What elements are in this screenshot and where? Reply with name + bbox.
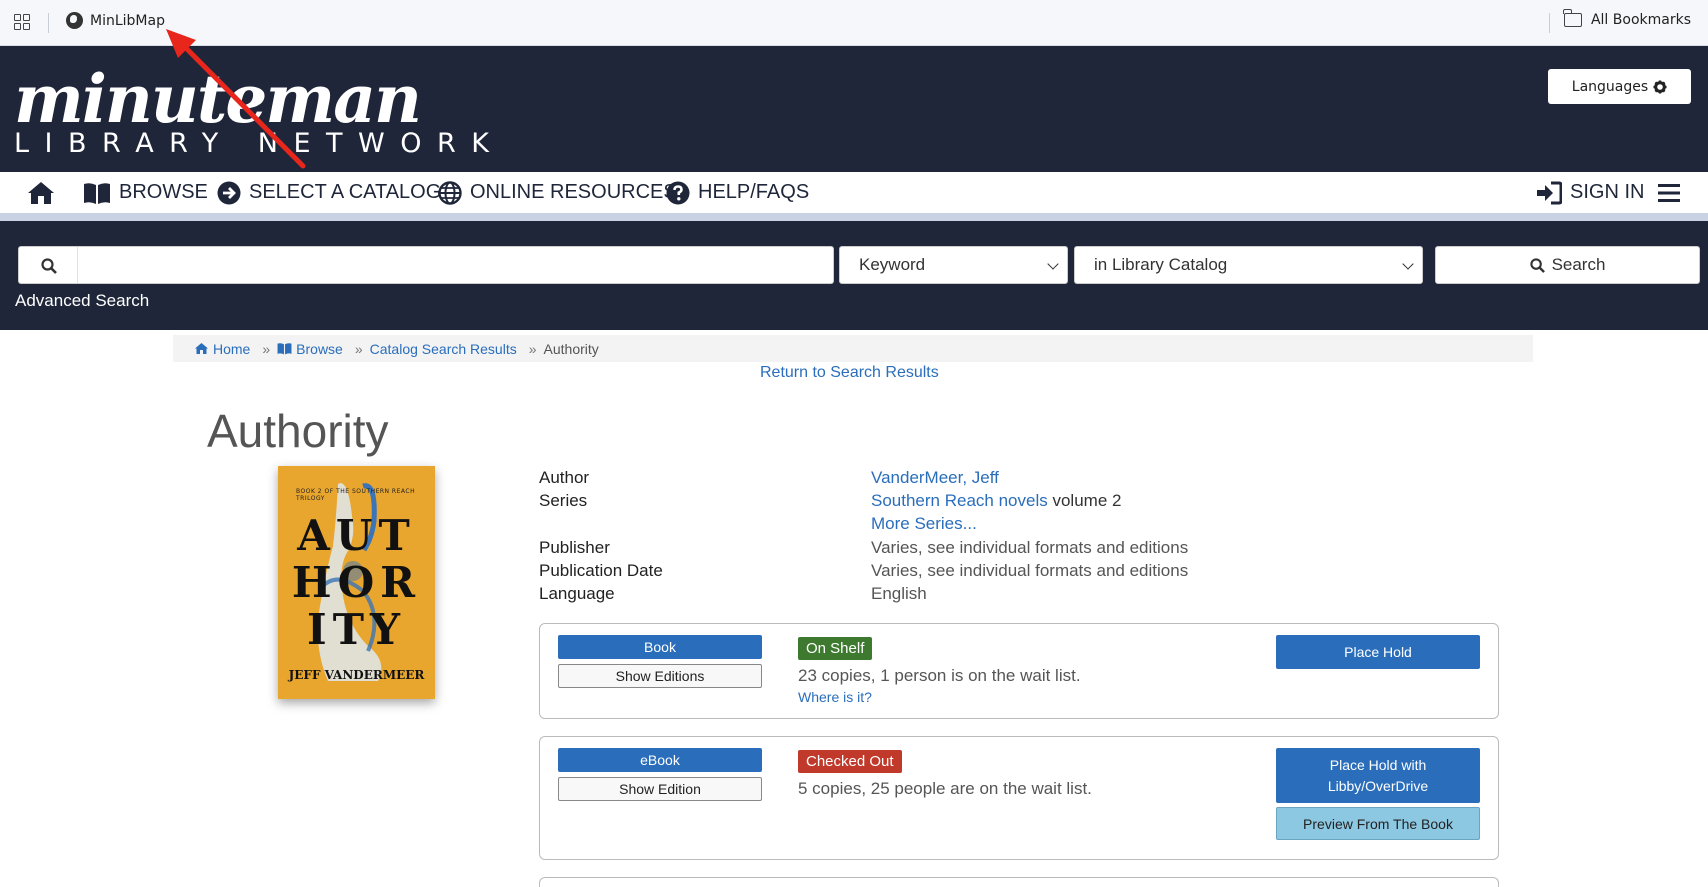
publisher-label: Publisher — [539, 538, 610, 557]
cover-author: JEFF VANDERMEER — [288, 668, 425, 682]
breadcrumb-separator: » — [262, 340, 271, 357]
bookmark-minlibmap[interactable]: MinLibMap — [66, 12, 165, 29]
search-type-select[interactable]: Keyword — [839, 246, 1068, 284]
where-is-it-link[interactable]: Where is it? — [798, 689, 872, 705]
status-badge: Checked Out — [798, 750, 902, 773]
home-icon — [28, 181, 54, 204]
arrow-circle-icon — [217, 181, 241, 204]
advanced-search-link[interactable]: Advanced Search — [15, 291, 149, 311]
bookmark-label: MinLibMap — [90, 12, 165, 29]
nav-underline — [0, 213, 1708, 221]
place-hold-overdrive-button[interactable]: Place Hold with Libby/OverDrive — [1276, 748, 1480, 803]
globe-icon — [438, 180, 462, 205]
format-box-ebook: eBook Show Edition Checked Out 5 copies,… — [539, 736, 1499, 860]
breadcrumb-separator: » — [528, 340, 537, 357]
book-icon — [84, 182, 110, 204]
nav-browse-label: BROWSE — [119, 181, 208, 203]
search-source-value: in Library Catalog — [1094, 255, 1228, 274]
logo-subtitle: LIBRARY NETWORK — [14, 128, 505, 159]
sign-in-label: SIGN IN — [1570, 181, 1645, 203]
pubdate-label: Publication Date — [539, 561, 663, 580]
breadcrumb-separator: » — [354, 340, 363, 357]
search-button[interactable]: Search — [1435, 246, 1700, 284]
search-icon — [1529, 257, 1545, 273]
logo-wordmark[interactable]: minuteman — [14, 66, 422, 132]
search-type-value: Keyword — [859, 255, 926, 274]
preview-book-button[interactable]: Preview From The Book — [1276, 807, 1480, 840]
nav-browse[interactable]: BROWSE — [83, 172, 208, 213]
cover-tagline: BOOK 2 OF THE SOUTHERN REACH TRILOGY — [296, 488, 416, 502]
home-icon — [195, 343, 208, 354]
series-label: Series — [539, 491, 588, 510]
bookmarks-divider — [48, 13, 49, 33]
search-box[interactable] — [18, 246, 834, 284]
show-editions-button[interactable]: Show Editions — [558, 664, 762, 688]
apps-grid-icon[interactable] — [14, 14, 30, 30]
question-circle-icon — [666, 181, 690, 204]
copies-text: 23 copies, 1 person is on the wait list. — [798, 666, 1081, 685]
language-value: English — [871, 584, 927, 603]
bookmarks-divider-right — [1549, 13, 1550, 33]
book-cover[interactable]: BOOK 2 OF THE SOUTHERN REACH TRILOGY AUT… — [278, 466, 435, 699]
breadcrumb-browse[interactable]: Browse — [296, 341, 343, 357]
breadcrumb: Home » Browse » Catalog Search Results »… — [173, 335, 1533, 362]
globe-icon — [66, 12, 83, 29]
nav-help-faqs[interactable]: HELP/FAQS — [666, 172, 809, 213]
sign-in-icon — [1537, 181, 1562, 204]
nav-select-catalog[interactable]: SELECT A CATALOG — [217, 172, 441, 213]
breadcrumb-current: Authority — [543, 340, 599, 357]
sign-in-button[interactable]: SIGN IN — [1536, 172, 1644, 213]
nav-home[interactable] — [26, 172, 56, 213]
series-volume: volume 2 — [1052, 491, 1122, 510]
search-icon — [41, 258, 57, 274]
format-box-book: Book Show Editions On Shelf 23 copies, 1… — [539, 623, 1499, 719]
format-ebook-button[interactable]: eBook — [558, 748, 762, 772]
search-source-select[interactable]: in Library Catalog — [1074, 246, 1423, 284]
page-title: Authority — [207, 405, 389, 457]
folder-icon — [1563, 9, 1582, 27]
nav-online-resources-label: ONLINE RESOURCES — [470, 181, 677, 203]
hamburger-menu-icon — [1658, 183, 1680, 202]
publisher-value: Varies, see individual formats and editi… — [871, 538, 1189, 557]
menu-button[interactable] — [1658, 172, 1680, 213]
return-to-results-link[interactable]: Return to Search Results — [760, 364, 939, 382]
main-nav: BROWSE SELECT A CATALOG ONLINE RESOURCES… — [0, 172, 1708, 213]
search-box-divider — [77, 247, 78, 283]
series-link[interactable]: Southern Reach novels — [871, 491, 1048, 510]
gear-icon — [1653, 80, 1667, 93]
author-label: Author — [539, 468, 590, 487]
author-link[interactable]: VanderMeer, Jeff — [871, 466, 999, 489]
nav-online-resources[interactable]: ONLINE RESOURCES — [438, 172, 677, 213]
series-value: Southern Reach novels volume 2 — [871, 489, 1121, 512]
book-icon — [277, 343, 292, 355]
site-header: minuteman LIBRARY NETWORK Languages — [0, 46, 1708, 172]
language-label: Language — [539, 584, 615, 603]
search-panel: Keyword in Library Catalog Search Advanc… — [0, 221, 1708, 330]
nav-select-catalog-label: SELECT A CATALOG — [249, 181, 442, 203]
bookmarks-bar: MinLibMap All Bookmarks — [0, 0, 1708, 46]
search-input[interactable] — [83, 251, 823, 279]
all-bookmarks-label: All Bookmarks — [1590, 12, 1691, 28]
show-edition-button[interactable]: Show Edition — [558, 777, 762, 801]
cover-title-line: HOR — [291, 558, 422, 607]
place-hold-button[interactable]: Place Hold — [1276, 635, 1480, 669]
languages-button[interactable]: Languages — [1548, 69, 1691, 104]
cover-title-line: AUT — [297, 511, 416, 560]
copies-text: 5 copies, 25 people are on the wait list… — [798, 779, 1092, 798]
pubdate-value: Varies, see individual formats and editi… — [871, 561, 1189, 580]
cover-title-line: ITY — [307, 605, 406, 654]
breadcrumb-search-results[interactable]: Catalog Search Results — [370, 341, 517, 357]
format-box-partial — [539, 877, 1499, 887]
breadcrumb-home[interactable]: Home — [213, 341, 250, 357]
cover-title: AUT HOR ITY — [278, 512, 435, 653]
chevron-down-icon — [1402, 258, 1414, 270]
languages-label: Languages — [1571, 78, 1649, 95]
all-bookmarks-button[interactable]: All Bookmarks — [1563, 9, 1691, 28]
search-button-label: Search — [1551, 255, 1606, 274]
chevron-down-icon — [1047, 258, 1059, 270]
status-badge: On Shelf — [798, 637, 873, 660]
nav-help-faqs-label: HELP/FAQS — [698, 181, 810, 203]
format-book-button[interactable]: Book — [558, 635, 762, 659]
more-series-link[interactable]: More Series... — [871, 512, 977, 535]
